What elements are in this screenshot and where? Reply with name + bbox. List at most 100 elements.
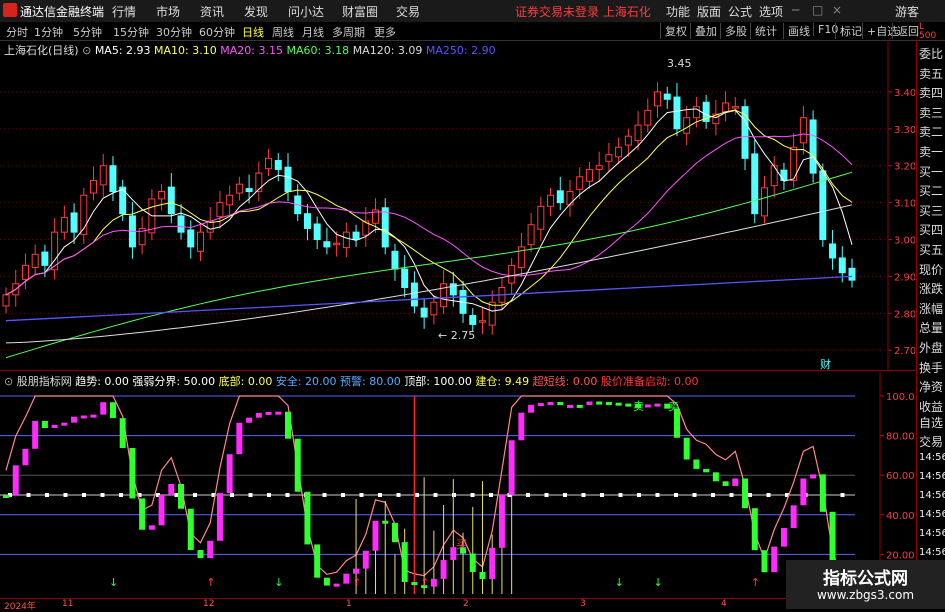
side-item: 卖四: [919, 86, 944, 101]
price-label: 3.00: [894, 236, 915, 247]
candle-body: [158, 191, 166, 200]
trend-block: [246, 417, 253, 423]
user-label[interactable]: 游客: [895, 3, 919, 20]
price-label: 3.10: [894, 199, 915, 210]
btn-draw[interactable]: 画线: [783, 23, 810, 39]
up-arrow-icon: ↑: [420, 576, 429, 589]
menu-ask[interactable]: 问小达: [288, 3, 324, 20]
tf-weekly[interactable]: 周线: [272, 24, 294, 40]
candle-body: [644, 109, 652, 126]
candle-body: [566, 191, 574, 206]
tf-multi[interactable]: 多周期: [332, 24, 365, 40]
midline-dot: [637, 493, 641, 497]
candle-body: [167, 186, 175, 215]
price-label: 3.40: [894, 88, 915, 99]
candle-body: [508, 264, 516, 284]
trend-block: [703, 468, 710, 473]
price-chart-svg[interactable]: 3.40 3.30 3.20 3.10 3.00 2.90 2.80 2.70 3.45 ← …: [0, 40, 915, 370]
candle-body: [634, 124, 642, 142]
price-label: 2.80: [894, 309, 915, 320]
btn-back[interactable]: 返回: [892, 23, 919, 39]
indicator-panel[interactable]: ⊙ 股朋指标网 趋势: 0.00 强弱分界: 50.00 底部: 0.00 安全…: [0, 372, 915, 600]
candle-body: [31, 253, 39, 269]
trend-block: [537, 403, 544, 407]
indicator-chart-svg[interactable]: ↓↓↓↓↑↑↑↑↑ 100.0080.0060.0040.0020.00 卖 卖…: [0, 372, 915, 600]
btn-multi-stock[interactable]: 多股: [720, 23, 747, 39]
app-title: 通达信金融终端: [20, 5, 105, 19]
trend-block: [654, 403, 661, 407]
trend-block: [236, 422, 243, 455]
menu-bar: 通达信金融终端 行情 市场 资讯 发现 问小达 财富圈 交易 证券交易未登录 上…: [0, 0, 945, 23]
candle-body: [595, 165, 603, 170]
trend-block: [742, 478, 749, 509]
menu-market[interactable]: 市场: [156, 3, 180, 20]
trend-block: [819, 474, 826, 512]
btn-fq[interactable]: 复权: [660, 23, 687, 39]
tf-15min[interactable]: 15分钟: [113, 24, 149, 40]
side-item: 卖三: [919, 105, 944, 120]
menu-formula[interactable]: 公式: [728, 3, 752, 20]
trend-block: [109, 402, 116, 419]
menu-news[interactable]: 资讯: [200, 3, 224, 20]
price-chart-panel[interactable]: 上海石化(日线) ⊙ MA5: 2.93 MA10: 3.10 MA20: 3.…: [0, 40, 915, 371]
candle-body: [187, 229, 195, 248]
midline-dot: [26, 493, 31, 497]
trend-block: [139, 498, 146, 530]
tf-monthly[interactable]: 月线: [302, 24, 324, 40]
up-arrow-icon: ↑: [751, 576, 760, 589]
tf-intraday[interactable]: 分时: [6, 24, 28, 40]
midline-dot: [840, 493, 845, 497]
menu-options[interactable]: 选项: [759, 3, 783, 20]
menu-discover[interactable]: 发现: [244, 3, 268, 20]
candle-body: [401, 268, 409, 289]
trend-block: [178, 484, 185, 509]
btn-mark[interactable]: 标记: [835, 23, 862, 39]
tf-daily[interactable]: 日线: [242, 24, 264, 40]
menu-quotes[interactable]: 行情: [112, 3, 136, 20]
candle-body: [799, 117, 807, 144]
side-item: 买四: [919, 223, 944, 238]
trend-block: [469, 553, 476, 572]
midline-dot: [45, 493, 49, 497]
menu-layout[interactable]: 版面: [697, 3, 721, 20]
candle-body: [265, 157, 273, 170]
trend-block: [683, 437, 690, 460]
low-annotation: ← 2.75: [438, 329, 475, 342]
trend-block: [673, 408, 680, 438]
level-label: 100.00: [886, 392, 915, 403]
tf-30min[interactable]: 30分钟: [156, 24, 192, 40]
fin-marker[interactable]: 财: [820, 357, 831, 370]
btn-stats[interactable]: 统计: [750, 23, 777, 39]
tick-time: 14:56: [919, 490, 945, 501]
tf-more[interactable]: 更多: [374, 24, 396, 40]
minimize-icon[interactable]: ─: [792, 3, 799, 17]
price-label: 3.30: [894, 125, 915, 136]
midline-dot: [359, 493, 364, 497]
midline-dot: [341, 493, 345, 497]
side-tab[interactable]: 自选: [919, 414, 945, 431]
down-arrow-icon: ↓: [274, 576, 283, 589]
ma250-line: [5, 275, 853, 322]
price-label: 2.90: [894, 272, 915, 283]
btn-overlay[interactable]: 叠加: [690, 23, 717, 39]
trend-block: [12, 465, 19, 495]
trend-block: [440, 559, 447, 579]
price-label: 3.20: [894, 162, 915, 173]
trend-block: [693, 459, 700, 469]
midline-dot: [470, 493, 475, 497]
tf-5min[interactable]: 5分钟: [73, 24, 102, 40]
close-icon[interactable]: ×: [832, 3, 842, 17]
date-label-apr: 4: [721, 599, 727, 609]
trend-block: [567, 404, 573, 408]
midline-dot: [378, 493, 382, 497]
side-tab[interactable]: 交易: [919, 433, 945, 450]
menu-function[interactable]: 功能: [666, 3, 690, 20]
candle-body: [576, 176, 584, 190]
menu-wealth[interactable]: 财富圈: [342, 3, 378, 20]
tf-1min[interactable]: 1分钟: [34, 24, 63, 40]
trend-block: [61, 422, 68, 426]
tf-60min[interactable]: 60分钟: [199, 24, 235, 40]
menu-trade[interactable]: 交易: [396, 3, 420, 20]
restore-icon[interactable]: □: [812, 3, 823, 17]
sell-signal-2: 卖: [668, 400, 679, 413]
